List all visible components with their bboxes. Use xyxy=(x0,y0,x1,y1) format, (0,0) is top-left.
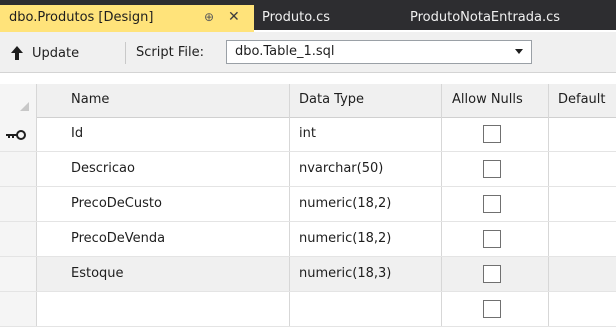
tab-produtos-design[interactable]: dbo.Produtos [Design] ⊕ ✕ xyxy=(0,5,254,32)
allow-nulls-cell xyxy=(442,152,549,186)
row-selector[interactable] xyxy=(0,152,37,186)
default-cell[interactable] xyxy=(549,152,616,186)
grid-header-row: Name Data Type Allow Nulls Default xyxy=(0,84,616,118)
table-row[interactable]: Id int xyxy=(0,117,616,152)
default-cell[interactable] xyxy=(549,222,616,256)
up-arrow-icon xyxy=(11,46,23,60)
table-row[interactable]: Descricao nvarchar(50) xyxy=(0,152,616,187)
table-row-new[interactable] xyxy=(0,292,616,327)
designer-toolbar: Update Script File: dbo.Table_1.sql xyxy=(0,32,616,73)
column-header-default[interactable]: Default xyxy=(549,84,616,117)
name-cell[interactable]: PrecoDeVenda xyxy=(37,222,290,256)
column-grid: Name Data Type Allow Nulls Default Id in… xyxy=(0,84,616,332)
row-selector[interactable] xyxy=(0,117,37,151)
key-icon xyxy=(6,130,26,140)
chevron-down-icon[interactable] xyxy=(515,49,523,54)
tab-produtonotaentrada-cs[interactable]: ProdutoNotaEntrada.cs xyxy=(410,5,560,30)
default-cell[interactable] xyxy=(549,117,616,151)
tab-produto-cs[interactable]: Produto.cs xyxy=(262,5,330,30)
document-tab-strip: dbo.Produtos [Design] ⊕ ✕ Produto.cs Pro… xyxy=(0,0,616,32)
script-file-label: Script File: xyxy=(136,45,204,60)
default-cell[interactable] xyxy=(549,187,616,221)
table-row[interactable]: PrecoDeCusto numeric(18,2) xyxy=(0,187,616,222)
script-file-dropdown[interactable]: dbo.Table_1.sql xyxy=(226,40,532,64)
default-cell[interactable] xyxy=(549,257,616,291)
column-header-allow-nulls[interactable]: Allow Nulls xyxy=(442,84,549,117)
corner-triangle-icon xyxy=(20,102,29,111)
tab-title: Produto.cs xyxy=(262,10,330,25)
data-type-cell[interactable]: int xyxy=(290,117,442,151)
default-cell[interactable] xyxy=(549,292,616,326)
name-cell[interactable]: Estoque xyxy=(37,257,290,291)
tab-title: ProdutoNotaEntrada.cs xyxy=(410,10,561,25)
name-cell[interactable] xyxy=(37,292,290,326)
tab-title: dbo.Produtos [Design] xyxy=(9,10,154,25)
allow-nulls-cell xyxy=(442,257,549,291)
allow-nulls-checkbox[interactable] xyxy=(483,230,501,248)
select-all-corner[interactable] xyxy=(0,84,37,117)
data-type-cell[interactable]: numeric(18,2) xyxy=(290,187,442,221)
allow-nulls-checkbox[interactable] xyxy=(483,125,501,143)
name-cell[interactable]: PrecoDeCusto xyxy=(37,187,290,221)
row-selector[interactable] xyxy=(0,222,37,256)
allow-nulls-cell xyxy=(442,292,549,326)
allow-nulls-cell xyxy=(442,187,549,221)
update-label: Update xyxy=(32,45,80,61)
allow-nulls-cell xyxy=(442,222,549,256)
close-icon[interactable]: ✕ xyxy=(228,5,240,30)
data-type-cell[interactable]: numeric(18,3) xyxy=(290,257,442,291)
data-type-cell[interactable]: nvarchar(50) xyxy=(290,152,442,186)
allow-nulls-cell xyxy=(442,117,549,151)
name-cell[interactable]: Descricao xyxy=(37,152,290,186)
data-type-cell[interactable] xyxy=(290,292,442,326)
allow-nulls-checkbox[interactable] xyxy=(483,160,501,178)
pin-icon[interactable]: ⊕ xyxy=(204,5,214,30)
script-file-value: dbo.Table_1.sql xyxy=(235,44,335,59)
allow-nulls-checkbox[interactable] xyxy=(483,300,501,318)
table-row-selected[interactable]: Estoque numeric(18,3) xyxy=(0,257,616,292)
row-selector[interactable] xyxy=(0,292,37,326)
column-header-data-type[interactable]: Data Type xyxy=(290,84,442,117)
data-type-cell[interactable]: numeric(18,2) xyxy=(290,222,442,256)
column-header-name[interactable]: Name xyxy=(37,84,290,117)
row-selector[interactable] xyxy=(0,187,37,221)
allow-nulls-checkbox[interactable] xyxy=(483,265,501,283)
update-button[interactable]: Update xyxy=(10,43,79,63)
row-selector[interactable] xyxy=(0,257,37,291)
allow-nulls-checkbox[interactable] xyxy=(483,195,501,213)
table-row[interactable]: PrecoDeVenda numeric(18,2) xyxy=(0,222,616,257)
toolbar-separator xyxy=(125,42,126,64)
name-cell[interactable]: Id xyxy=(37,117,290,151)
